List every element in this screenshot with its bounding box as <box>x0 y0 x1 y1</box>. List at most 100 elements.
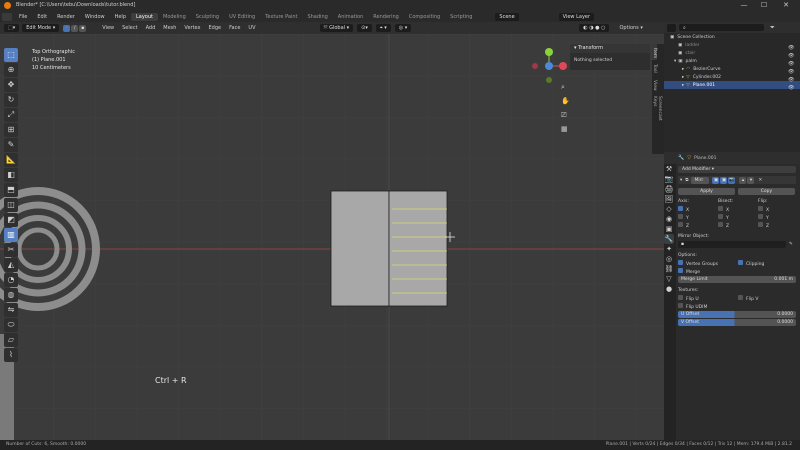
zoom-icon[interactable]: ⌕ <box>561 83 565 91</box>
menu-view[interactable]: View <box>98 25 118 31</box>
particles-tab-icon[interactable]: ✦ <box>664 244 674 254</box>
remove-modifier-icon[interactable]: ✕ <box>758 178 762 183</box>
outliner-row[interactable]: ▸ ▽ Cylinder.002 <box>664 73 800 81</box>
clipping-checkbox[interactable] <box>738 259 743 265</box>
modifier-tab-icon[interactable]: 🔧 <box>664 234 674 244</box>
expand-arrow-icon[interactable]: ▾ <box>674 59 676 64</box>
outliner-search-input[interactable]: ⌕ <box>679 24 764 31</box>
tool-tab-icon[interactable]: ⚒ <box>664 164 674 174</box>
inset-tool-icon[interactable]: ◫ <box>4 198 18 212</box>
sidebar-tab-tool[interactable]: Tool <box>652 60 657 76</box>
scene-tab-icon[interactable]: ◇ <box>664 204 674 214</box>
proportional-editing-toggle[interactable]: ◎ ▾ <box>394 24 412 32</box>
transform-panel-header[interactable]: ▾ Transform <box>570 44 650 53</box>
plane-mesh[interactable] <box>330 190 448 307</box>
expand-arrow-icon[interactable]: ▸ <box>682 83 684 88</box>
eye-icon[interactable]: 👁 <box>788 44 796 52</box>
pivot-point-selector[interactable]: ⊙▾ <box>357 24 372 32</box>
move-down-icon[interactable]: ▾ <box>747 176 755 184</box>
sidebar-tab-item[interactable]: Item <box>652 44 657 60</box>
eye-icon[interactable]: 👁 <box>788 76 796 84</box>
measure-tool-icon[interactable]: 📐 <box>4 153 18 167</box>
transform-orientation-selector[interactable]: ⤧ Global ▾ <box>319 24 354 32</box>
workspace-tab-shading[interactable]: Shading <box>302 13 332 21</box>
flip-x-checkbox[interactable] <box>758 205 763 211</box>
editor-type-selector[interactable]: ⬚▾ <box>4 24 20 32</box>
modifier-name-field[interactable]: Mirr <box>691 176 710 184</box>
eye-icon[interactable]: 👁 <box>788 52 796 60</box>
menu-help[interactable]: Help <box>110 14 131 20</box>
view-layer-tab-icon[interactable]: 🖼 <box>664 194 674 204</box>
menu-add[interactable]: Add <box>142 25 160 31</box>
world-tab-icon[interactable]: ◉ <box>664 214 674 224</box>
menu-select[interactable]: Select <box>118 25 141 31</box>
smooth-tool-icon[interactable]: ◍ <box>4 288 18 302</box>
sidebar-tab-view[interactable]: View <box>652 76 657 92</box>
show-viewport-icon[interactable]: ▣ <box>720 176 728 184</box>
camera-icon[interactable]: ⎚ <box>561 111 567 119</box>
workspace-tab-texture-paint[interactable]: Texture Paint <box>260 13 302 21</box>
physics-tab-icon[interactable]: ◎ <box>664 254 674 264</box>
move-up-icon[interactable]: ▴ <box>739 176 747 184</box>
extrude-tool-icon[interactable]: ⬒ <box>4 183 18 197</box>
bisect-z-checkbox[interactable] <box>718 221 723 227</box>
outliner-root-row[interactable]: ▣ Scene Collection <box>664 33 800 41</box>
annotate-tool-icon[interactable]: ✎ <box>4 138 18 152</box>
workspace-tab-scripting[interactable]: Scripting <box>445 13 477 21</box>
bevel-tool-icon[interactable]: ◩ <box>4 213 18 227</box>
transform-tool-icon[interactable]: ⊞ <box>4 123 18 137</box>
viewport-canvas[interactable]: ⌕ ✋ ⎚ ▦ <box>0 22 664 440</box>
menu-vertex[interactable]: Vertex <box>180 25 204 31</box>
v-offset-field[interactable]: V Offset 0.0000 <box>678 318 796 326</box>
filter-icon[interactable]: ⏷ <box>770 24 775 32</box>
3d-viewport[interactable]: ⌕ ✋ ⎚ ▦ Top Orthographic (1) Plane.001 1… <box>0 22 664 440</box>
viewport-shading-selector[interactable]: ◐ ◑ ● ○ <box>579 24 610 32</box>
menu-face[interactable]: Face <box>225 25 244 31</box>
merge-limit-field[interactable]: Merge Limit 0.001 m <box>678 275 796 283</box>
vertex-select-icon[interactable]: · <box>63 24 71 32</box>
menu-render[interactable]: Render <box>52 14 80 20</box>
outliner-row[interactable]: ▣ stair <box>664 49 800 57</box>
flip-y-checkbox[interactable] <box>758 213 763 219</box>
workspace-tab-layout[interactable]: Layout <box>131 12 158 21</box>
select-box-tool-icon[interactable]: ⬚ <box>4 48 18 62</box>
expand-arrow-icon[interactable]: ▸ <box>682 75 684 80</box>
poly-build-tool-icon[interactable]: ◭ <box>4 258 18 272</box>
ortho-grid-icon[interactable]: ▦ <box>561 125 568 133</box>
cursor-tool-icon[interactable]: ⊕ <box>4 63 18 77</box>
eye-icon[interactable]: 👁 <box>788 68 796 76</box>
flip-udim-checkbox[interactable] <box>678 302 683 308</box>
collapse-arrow-icon[interactable]: ▾ <box>680 178 682 183</box>
workspace-tab-rendering[interactable]: Rendering <box>368 13 404 21</box>
bisect-y-checkbox[interactable] <box>718 213 723 219</box>
workspace-tab-modeling[interactable]: Modeling <box>158 13 191 21</box>
bisect-x-checkbox[interactable] <box>718 205 723 211</box>
workspace-tab-sculpting[interactable]: Sculpting <box>191 13 224 21</box>
move-tool-icon[interactable]: ✥ <box>4 78 18 92</box>
axis-y-checkbox[interactable] <box>678 213 683 219</box>
workspace-tab-animation[interactable]: Animation <box>333 13 369 21</box>
edge-select-icon[interactable]: / <box>71 24 79 32</box>
rotate-tool-icon[interactable]: ↻ <box>4 93 18 107</box>
outliner-row[interactable]: ▾ ▣ palm <box>664 57 800 65</box>
show-render-icon[interactable]: 📷 <box>728 176 736 184</box>
mirror-object-field[interactable]: ▪ <box>678 240 786 248</box>
close-button[interactable]: ✕ <box>778 0 794 11</box>
render-tab-icon[interactable]: 📷 <box>664 174 674 184</box>
menu-edit[interactable]: Edit <box>32 14 52 20</box>
view-layer-selector[interactable]: View Layer <box>558 12 595 21</box>
vertex-groups-checkbox[interactable] <box>678 259 683 265</box>
outliner-row-selected[interactable]: ▸ ▽ Plane.001 <box>664 81 800 89</box>
menu-window[interactable]: Window <box>80 14 110 20</box>
snap-toggle[interactable]: ⌖ ▾ <box>375 24 391 32</box>
add-modifier-button[interactable]: Add Modifier ▾ <box>678 166 796 173</box>
eyedropper-icon[interactable]: ✎ <box>789 242 793 247</box>
loop-cut-tool-icon[interactable]: ▥ <box>4 228 18 242</box>
data-tab-icon[interactable]: ▽ <box>664 274 674 284</box>
eye-icon[interactable]: 👁 <box>788 60 796 68</box>
edge-slide-tool-icon[interactable]: ⇋ <box>4 303 18 317</box>
shear-tool-icon[interactable]: ▱ <box>4 333 18 347</box>
axis-z-checkbox[interactable] <box>678 221 683 227</box>
flip-u-checkbox[interactable] <box>678 294 683 300</box>
constraints-tab-icon[interactable]: ⛓ <box>664 264 674 274</box>
